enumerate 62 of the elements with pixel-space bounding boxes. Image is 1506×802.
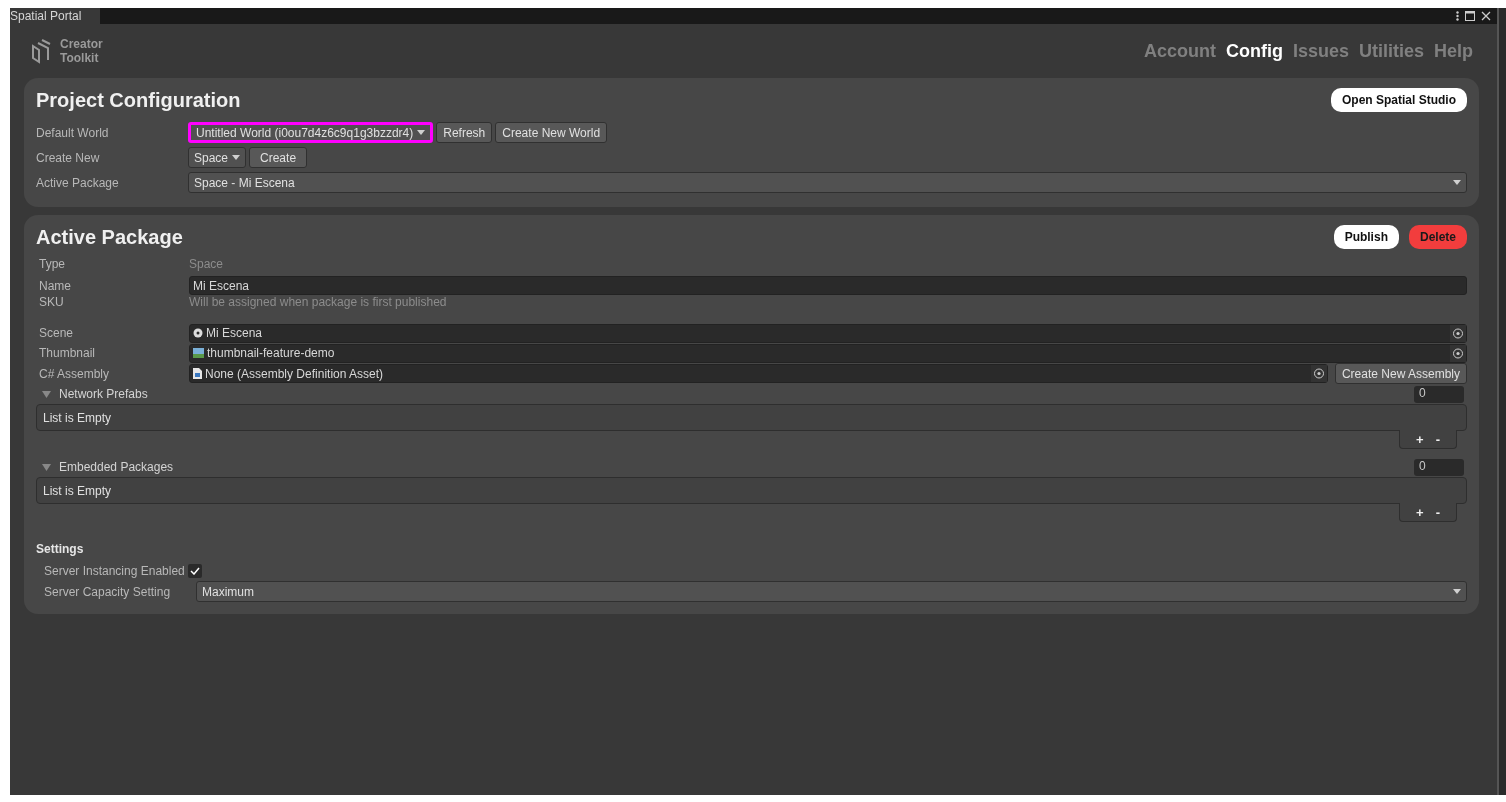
- capacity-dropdown[interactable]: Maximum: [196, 581, 1467, 602]
- field-label: SKU: [38, 295, 65, 309]
- delete-button[interactable]: Delete: [1408, 225, 1467, 249]
- count-field[interactable]: 0: [1414, 385, 1464, 403]
- world-action-button[interactable]: Create New World: [495, 122, 608, 143]
- field-label: Server Capacity Setting: [43, 584, 172, 599]
- foldout-icon[interactable]: [42, 463, 51, 471]
- type-dropdown[interactable]: Space: [188, 147, 247, 168]
- window-tab[interactable]: Spatial Portal: [10, 8, 100, 24]
- section-title: Project Configuration: [36, 88, 241, 112]
- readonly-value: Will be assigned when package is first published: [189, 295, 447, 309]
- object-field[interactable]: Mi Escena: [189, 323, 1467, 343]
- package-dropdown[interactable]: Space - Mi Escena: [188, 172, 1467, 193]
- field-label: Name: [38, 278, 72, 293]
- field-label: Default World: [36, 125, 110, 140]
- list-box: List is Empty: [36, 404, 1467, 431]
- name-input[interactable]: Mi Escena: [189, 276, 1467, 295]
- field-label: Active Package: [36, 175, 120, 190]
- caret-icon: [232, 155, 241, 160]
- caret-icon: [1453, 180, 1461, 185]
- readonly-value: Space: [189, 257, 224, 271]
- logo-text: Creator Toolkit: [60, 37, 103, 65]
- logo-icon: [30, 38, 52, 64]
- target-icon[interactable]: [1450, 324, 1466, 342]
- count-field[interactable]: 0: [1414, 458, 1464, 476]
- publish-button[interactable]: Publish: [1333, 225, 1399, 249]
- field-label: Scene: [38, 326, 75, 340]
- scrollbar[interactable]: [1497, 8, 1506, 795]
- more-icon[interactable]: [1456, 11, 1459, 21]
- field-label: Type: [38, 257, 66, 271]
- target-icon[interactable]: [1450, 344, 1466, 362]
- open-studio-button[interactable]: Open Spatial Studio: [1331, 88, 1467, 112]
- object-field[interactable]: None (Assembly Definition Asset): [189, 364, 1328, 383]
- file-icon: [193, 368, 202, 379]
- object-field[interactable]: thumbnail-feature-demo: [189, 343, 1467, 363]
- field-label: Create New: [36, 150, 101, 165]
- create-assembly-button[interactable]: Create New Assembly: [1334, 363, 1467, 384]
- list-title: Network Prefabs: [59, 387, 148, 401]
- world-action-button[interactable]: Refresh: [436, 122, 493, 143]
- add-button[interactable]: +: [1413, 504, 1427, 520]
- remove-button[interactable]: -: [1432, 504, 1443, 520]
- list-title: Embedded Packages: [59, 460, 174, 474]
- checkbox[interactable]: [187, 563, 202, 578]
- field-label: Thumbnail: [38, 346, 97, 360]
- world-dropdown[interactable]: Untitled World (i0ou7d4z6c9q1g3bzzdr4): [188, 122, 434, 143]
- remove-button[interactable]: -: [1432, 431, 1443, 447]
- add-button[interactable]: +: [1413, 431, 1427, 447]
- field-label: Server Instancing Enabled: [43, 563, 185, 578]
- scene-icon: [193, 328, 203, 338]
- nav-tab[interactable]: Config: [1225, 40, 1283, 62]
- section-title: Active Package: [36, 225, 183, 249]
- caret-icon: [1453, 589, 1461, 594]
- image-icon: [193, 348, 204, 358]
- settings-title: Settings: [36, 542, 85, 556]
- list-box: List is Empty: [36, 477, 1467, 504]
- create-button[interactable]: Create: [249, 147, 308, 168]
- foldout-icon[interactable]: [42, 390, 51, 398]
- maximize-icon[interactable]: [1465, 11, 1475, 21]
- field-label: C# Assembly: [38, 366, 111, 381]
- caret-icon: [417, 130, 426, 135]
- target-icon[interactable]: [1310, 365, 1327, 382]
- close-icon[interactable]: [1481, 11, 1491, 21]
